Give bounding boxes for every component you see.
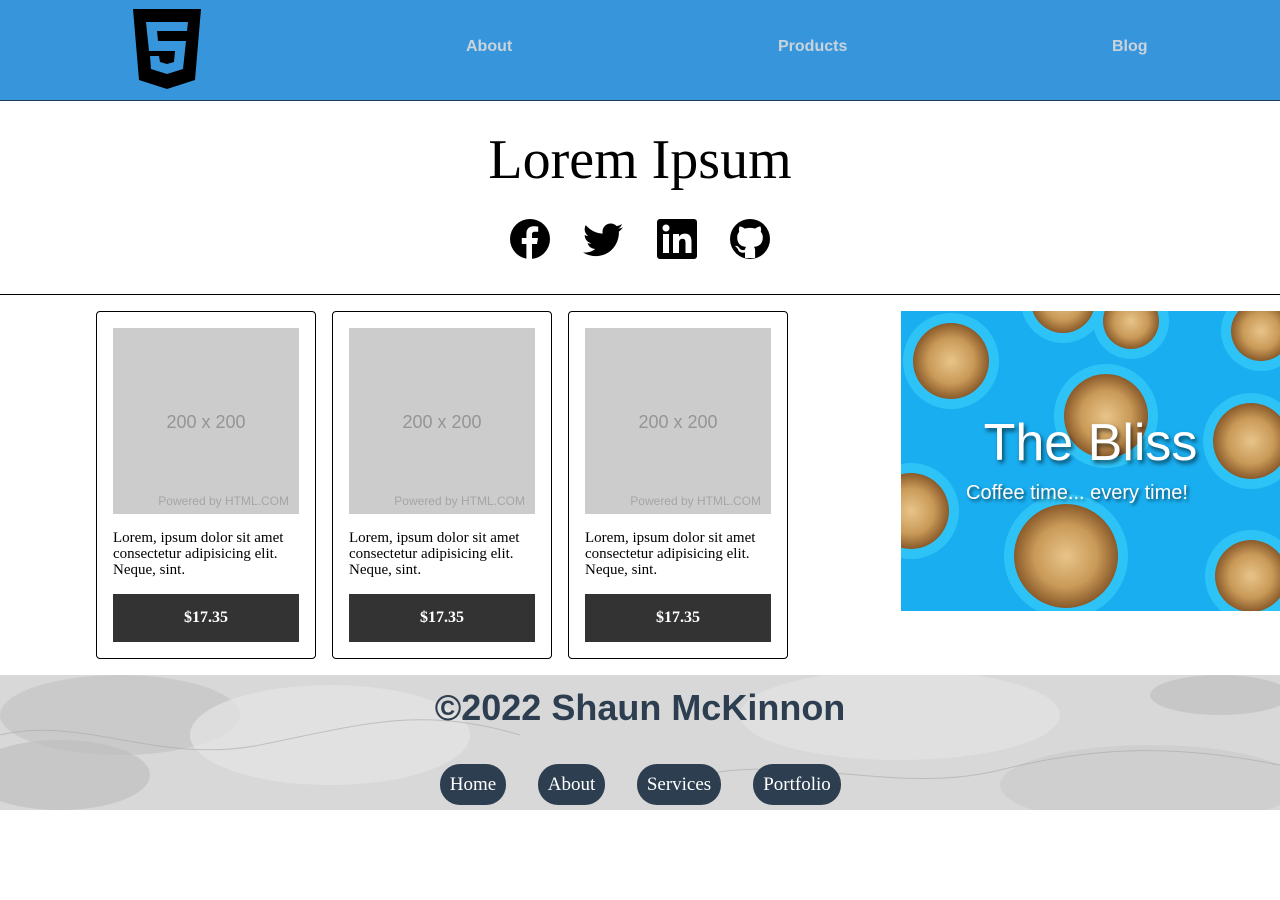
facebook-icon[interactable] bbox=[510, 219, 550, 259]
promo-title: The Bliss bbox=[983, 414, 1198, 472]
nav-products[interactable]: Products bbox=[778, 38, 847, 56]
footer-link-about[interactable]: About bbox=[538, 764, 605, 805]
image-credit: Powered by HTML.COM bbox=[158, 494, 289, 508]
promo-banner: The Bliss Coffee time... every time! bbox=[901, 311, 1280, 611]
footer-link-portfolio[interactable]: Portfolio bbox=[753, 764, 841, 805]
product-image-placeholder: 200 x 200 Powered by HTML.COM bbox=[113, 328, 299, 514]
product-card: 200 x 200 Powered by HTML.COM Lorem, ips… bbox=[568, 311, 788, 659]
product-image-placeholder: 200 x 200 Powered by HTML.COM bbox=[349, 328, 535, 514]
nav-about[interactable]: About bbox=[466, 38, 512, 56]
price-button[interactable]: $17.35 bbox=[349, 594, 535, 642]
copyright-text: ©2022 Shaun McKinnon bbox=[434, 687, 846, 728]
product-image-placeholder: 200 x 200 Powered by HTML.COM bbox=[585, 328, 771, 514]
footer-link-home[interactable]: Home bbox=[440, 764, 506, 805]
image-credit: Powered by HTML.COM bbox=[394, 494, 525, 508]
image-size-label: 200 x 200 bbox=[402, 412, 482, 432]
linkedin-icon[interactable] bbox=[657, 219, 697, 259]
image-credit: Powered by HTML.COM bbox=[630, 494, 761, 508]
product-description: Lorem, ipsum dolor sit amet consectetur … bbox=[585, 530, 756, 578]
twitter-icon[interactable] bbox=[583, 219, 623, 259]
footer-link-services[interactable]: Services bbox=[637, 764, 721, 805]
page-title: Lorem Ipsum bbox=[488, 129, 792, 191]
html5-logo-icon[interactable] bbox=[133, 9, 201, 89]
nav-blog[interactable]: Blog bbox=[1112, 38, 1148, 56]
image-size-label: 200 x 200 bbox=[166, 412, 246, 432]
product-card: 200 x 200 Powered by HTML.COM Lorem, ips… bbox=[96, 311, 316, 659]
product-description: Lorem, ipsum dolor sit amet consectetur … bbox=[113, 530, 284, 578]
price-button[interactable]: $17.35 bbox=[113, 594, 299, 642]
promo-subtitle: Coffee time... every time! bbox=[966, 482, 1188, 504]
price-button[interactable]: $17.35 bbox=[585, 594, 771, 642]
section-divider bbox=[0, 294, 1280, 295]
image-size-label: 200 x 200 bbox=[638, 412, 718, 432]
site-header: About Products Blog bbox=[0, 0, 1280, 101]
site-footer: ©2022 Shaun McKinnon Home About Services… bbox=[0, 675, 1280, 810]
github-icon[interactable] bbox=[730, 219, 770, 259]
product-card: 200 x 200 Powered by HTML.COM Lorem, ips… bbox=[332, 311, 552, 659]
product-description: Lorem, ipsum dolor sit amet consectetur … bbox=[349, 530, 520, 578]
